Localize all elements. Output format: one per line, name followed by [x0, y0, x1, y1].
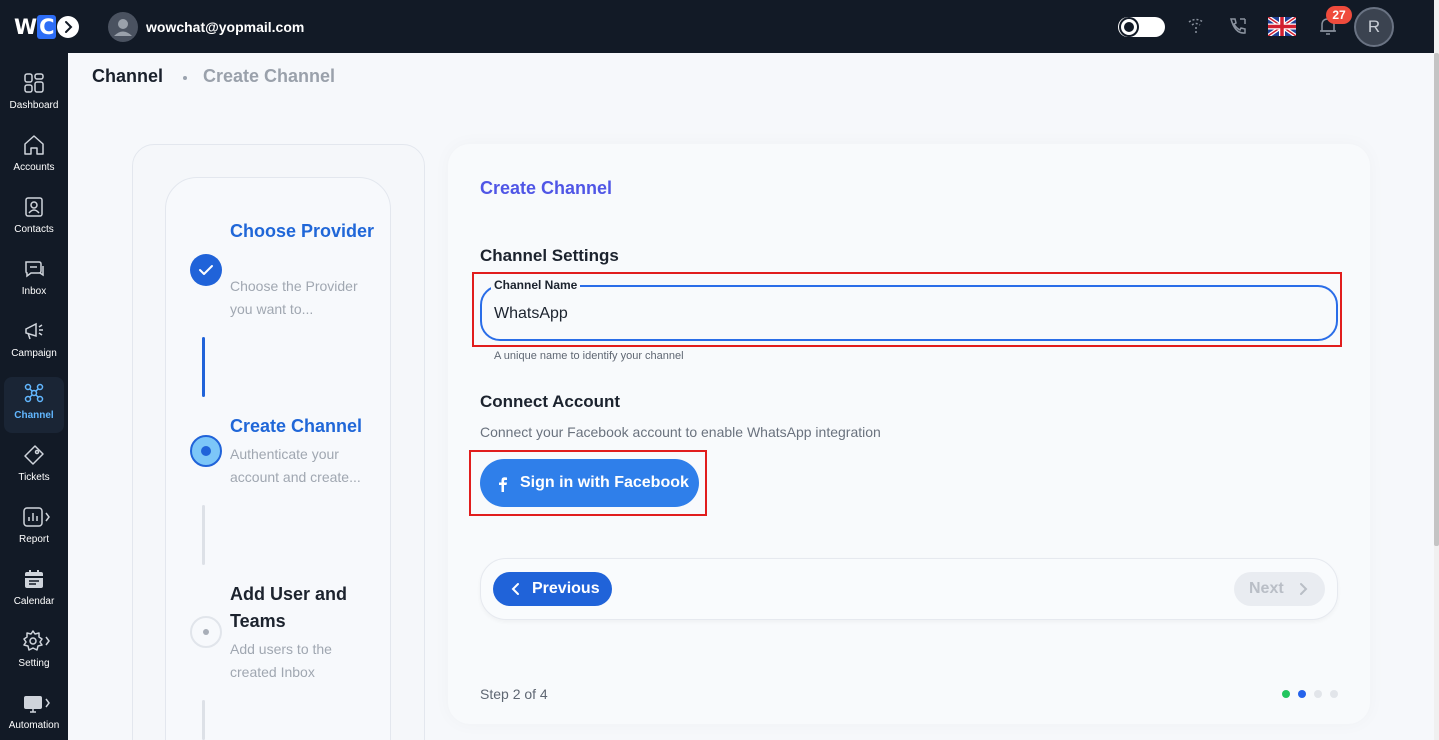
sidebar-label: Calendar [13, 596, 55, 607]
ticket-icon [24, 445, 44, 465]
step-counter: Step 2 of 4 [480, 686, 548, 702]
user-avatar[interactable] [108, 12, 138, 42]
sidebar-item-dashboard[interactable]: Dashboard [4, 67, 64, 123]
scrollbar-thumb[interactable] [1434, 53, 1439, 546]
uk-flag-icon[interactable] [1268, 17, 1296, 36]
theme-toggle[interactable] [1118, 17, 1165, 37]
sidebar-item-automation[interactable]: Automation [4, 687, 64, 740]
automation-icon [24, 696, 50, 713]
channel-settings-title: Channel Settings [480, 246, 619, 265]
sidebar-item-tickets[interactable]: Tickets [4, 439, 64, 495]
signal-icon[interactable] [1185, 15, 1207, 37]
dot-icon [201, 446, 211, 456]
sidebar-label: Setting [18, 658, 50, 669]
sidebar-label: Tickets [18, 472, 50, 483]
step-description: Authenticate your account and create... [230, 446, 361, 485]
channel-name-helper: A unique name to identify your channel [494, 350, 684, 362]
sidebar-label: Accounts [13, 162, 55, 173]
profile-avatar[interactable]: R [1354, 7, 1394, 47]
next-button[interactable]: Next [1234, 572, 1325, 606]
chart-icon [23, 507, 50, 527]
dashboard-icon [24, 73, 44, 93]
progress-dot-active [1298, 690, 1306, 698]
top-bar: WC wowchat@yopmail.com 27 R [0, 0, 1434, 53]
next-label: Next [1249, 580, 1284, 597]
step-description: Add users to the created Inbox [230, 641, 332, 680]
breadcrumb-create-channel: Create Channel [203, 66, 336, 86]
step-active-indicator [190, 435, 222, 467]
sidebar-item-calendar[interactable]: Calendar [4, 563, 64, 619]
sidebar-item-contacts[interactable]: Contacts [4, 191, 64, 247]
highlight-box [472, 272, 1342, 347]
card-title: Create Channel [480, 178, 613, 198]
chevron-left-icon [511, 583, 519, 595]
progress-dot-done [1282, 690, 1290, 698]
phone-call-icon[interactable] [1227, 15, 1249, 37]
sidebar: Dashboard Accounts Contacts Inbox Campai… [0, 53, 68, 740]
contacts-icon [25, 197, 43, 217]
step-title: Choose Provider [230, 221, 375, 241]
home-icon [24, 135, 44, 155]
progress-dot-pending [1330, 690, 1338, 698]
sidebar-label: Inbox [21, 286, 47, 297]
sidebar-label: Contacts [14, 224, 54, 235]
step-description: Choose the Provider you want to... [230, 278, 358, 317]
sidebar-label: Automation [8, 720, 60, 731]
step-title: Create Channel [230, 416, 363, 436]
step-connector [202, 337, 205, 397]
check-icon [199, 265, 213, 275]
sidebar-label: Dashboard [9, 100, 59, 111]
app-logo[interactable]: WC [14, 15, 56, 39]
expand-sidebar-button[interactable] [57, 16, 79, 38]
toggle-knob [1121, 19, 1137, 35]
step-title: Add User and Teams [230, 584, 348, 631]
highlight-box [469, 450, 707, 516]
page-scrollbar[interactable] [1434, 0, 1439, 740]
previous-label: Previous [532, 580, 600, 597]
step-connector [202, 700, 205, 740]
sidebar-item-report[interactable]: Report [4, 501, 64, 557]
step-connector [202, 505, 205, 565]
user-email: wowchat@yopmail.com [146, 19, 305, 35]
dot-icon [203, 629, 209, 635]
previous-button[interactable]: Previous [493, 572, 612, 606]
channel-icon [24, 383, 44, 403]
chevron-right-icon [65, 21, 73, 33]
sidebar-item-channel[interactable]: Channel [4, 377, 64, 433]
sidebar-item-setting[interactable]: Setting [4, 625, 64, 681]
progress-dot-pending [1314, 690, 1322, 698]
breadcrumb-separator [183, 76, 187, 80]
notification-badge: 27 [1326, 6, 1352, 24]
step-pending-indicator [190, 616, 222, 648]
sidebar-label: Channel [14, 410, 54, 421]
connect-account-title: Connect Account [480, 392, 621, 411]
sidebar-item-campaign[interactable]: Campaign [4, 315, 64, 371]
sidebar-item-inbox[interactable]: Inbox [4, 253, 64, 309]
step-completed-indicator [190, 254, 222, 286]
connect-account-description: Connect your Facebook account to enable … [480, 424, 881, 440]
chat-icon [25, 261, 44, 278]
sidebar-item-accounts[interactable]: Accounts [4, 129, 64, 185]
sidebar-label: Report [18, 534, 49, 545]
sidebar-label: Campaign [11, 348, 57, 359]
chevron-right-icon [1300, 583, 1308, 595]
calendar-icon [25, 570, 43, 588]
gear-icon [23, 630, 50, 651]
user-icon [114, 19, 132, 36]
megaphone-icon [25, 322, 43, 340]
breadcrumb-channel[interactable]: Channel [92, 66, 163, 87]
